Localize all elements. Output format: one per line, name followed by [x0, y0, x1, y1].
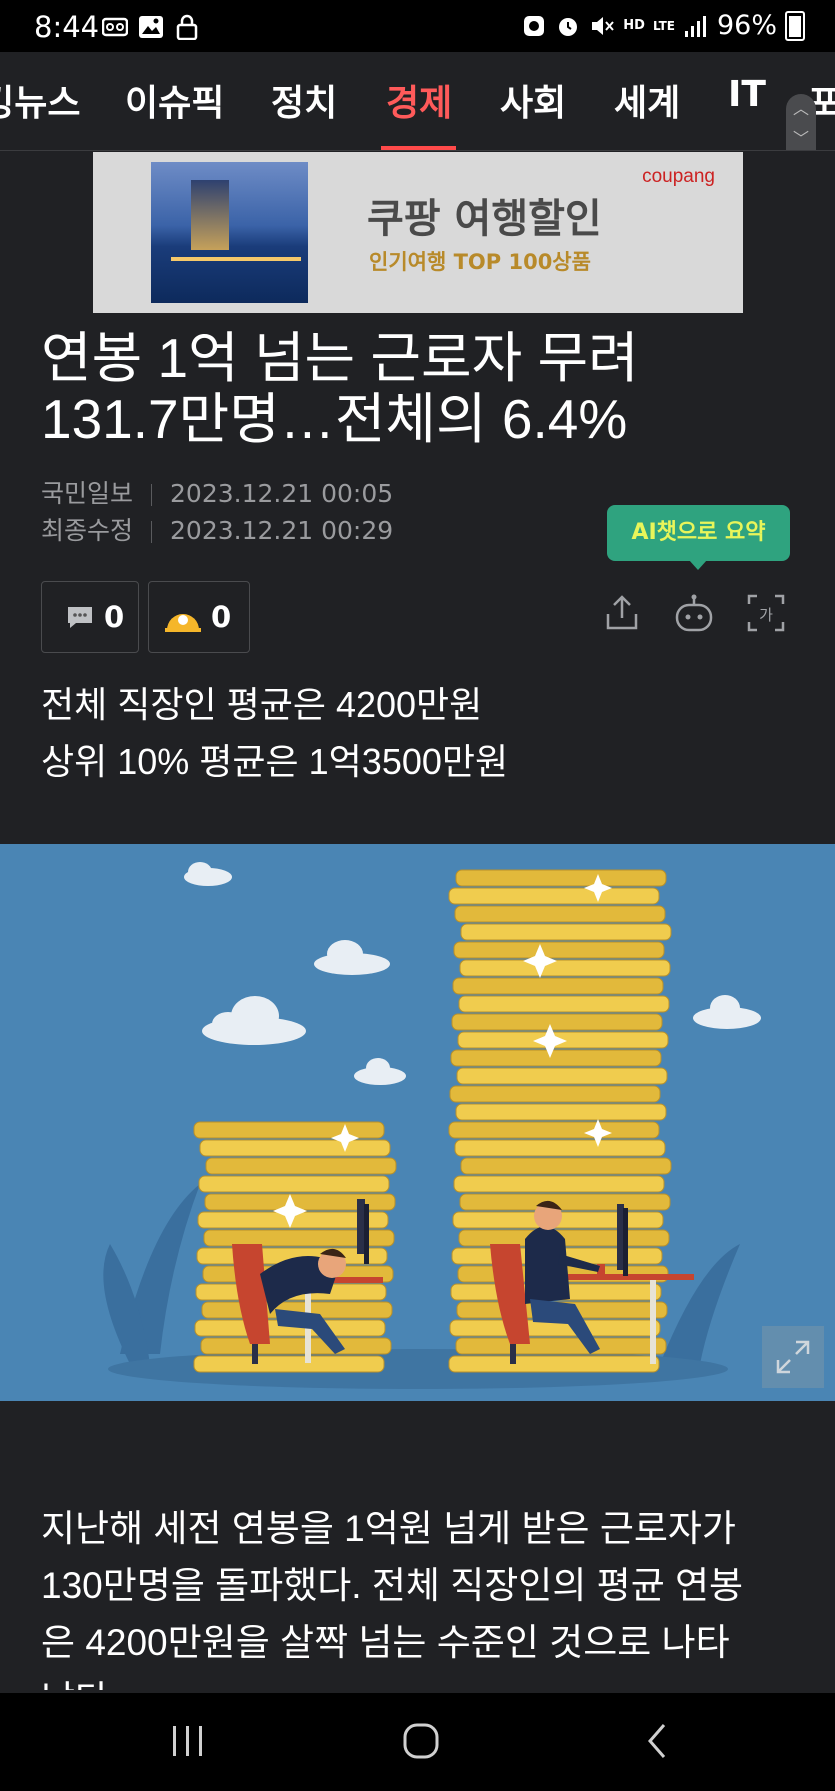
coin [454, 1139, 666, 1157]
coin [451, 1013, 663, 1031]
status-bar: 8:44 HD LTE 96% [0, 0, 835, 52]
coin [459, 959, 671, 977]
status-notification-icons [102, 14, 200, 40]
tab-scroll-handle[interactable]: ︿ ﹀ [786, 94, 816, 150]
coin [456, 1067, 668, 1085]
coin [455, 1337, 667, 1355]
comment-icon [68, 607, 92, 628]
body-line-1: 지난해 세전 연봉을 1억원 넘게 받은 근로자가 [41, 1508, 736, 1549]
publish-info: 국민일보 2023.12.21 00:05 [41, 474, 393, 510]
body-line-2: 130만명을 돌파했다. 전체 직장인의 평균 연봉 [41, 1565, 744, 1606]
svg-text:가: 가 [759, 606, 773, 624]
coin [449, 1085, 661, 1103]
chevron-up-icon: ︿ [792, 99, 809, 118]
coin [448, 1355, 660, 1373]
ad-subtitle: 인기여행 TOP 100상품 [369, 250, 591, 274]
sync-lock-icon [524, 15, 545, 36]
network-type: LTE [652, 18, 675, 33]
coin [448, 1121, 660, 1139]
chevron-down-icon: ﹀ [792, 129, 809, 148]
hd-voice-label: HD [623, 17, 645, 33]
battery-icon [785, 10, 805, 41]
battery-percent: 96% [716, 10, 777, 41]
coin [454, 905, 666, 923]
reaction-button[interactable]: 0 [148, 581, 250, 653]
headline-line-2: 131.7만명…전체의 6.4% [41, 388, 628, 450]
coin [452, 977, 664, 995]
status-time: 8:44 [34, 10, 100, 44]
recent-apps-button[interactable] [170, 1721, 206, 1761]
modified-info: 최종수정 2023.12.21 00:29 [41, 511, 393, 547]
article-body: 지난해 세전 연봉을 1억원 넘게 받은 근로자가 130만명을 돌파했다. 전… [41, 1500, 801, 1690]
signal-icon [684, 15, 706, 37]
ad-title: 쿠팡 여행할인 [367, 196, 602, 242]
image-expand-button[interactable] [762, 1326, 824, 1388]
modified-date: 2023.12.21 00:29 [170, 516, 394, 545]
modified-label: 최종수정 [41, 516, 134, 545]
ad-brand-logo: coupang [642, 166, 715, 187]
category-tabs: 랭킹뉴스 이슈픽 정치 경제 사회 세계 IT 포토 ︿ ﹀ [0, 52, 835, 151]
active-tab-indicator [381, 146, 456, 150]
tab-economy[interactable]: 경제 [386, 74, 452, 126]
tab-issue-pick[interactable]: 이슈픽 [125, 74, 224, 126]
status-system-icons: HD LTE 96% [521, 10, 805, 41]
subtitle-line-1: 전체 직장인 평균은 4200만원 [41, 684, 483, 725]
publisher-name: 국민일보 [41, 479, 134, 508]
coin [205, 1157, 397, 1175]
coin [199, 1139, 391, 1157]
coin [455, 1103, 667, 1121]
ad-image [151, 162, 308, 303]
coin [460, 923, 672, 941]
tab-ranking-news[interactable]: 랭킹뉴스 [0, 74, 80, 126]
comment-count: 0 [104, 600, 125, 634]
coin [460, 1157, 672, 1175]
gallery-icon [139, 16, 163, 38]
coin [450, 1049, 662, 1067]
tab-society[interactable]: 사회 [500, 74, 566, 126]
coins-illustration [103, 862, 761, 1389]
coin [200, 1337, 392, 1355]
coin [193, 1355, 385, 1373]
body-line-3: 은 4200만원을 살짝 넘는 수준인 것으로 나타 [41, 1622, 730, 1663]
reaction-count: 0 [211, 600, 232, 634]
ai-summary-button[interactable]: AI챗으로 요약 [607, 505, 790, 570]
system-navigation-bar [0, 1693, 835, 1791]
tab-politics[interactable]: 정치 [271, 74, 337, 126]
tab-world[interactable]: 세계 [614, 74, 680, 126]
expand-icon [776, 1340, 810, 1374]
coin [198, 1175, 390, 1193]
published-date: 2023.12.21 00:05 [170, 479, 394, 508]
coin [448, 887, 660, 905]
lock-icon [176, 14, 198, 40]
article-subtitle: 전체 직장인 평균은 4200만원 상위 10% 평균은 1억3500만원 [41, 676, 508, 790]
coin [193, 1121, 385, 1139]
article-headline: 연봉 1억 넘는 근로자 무려 131.7만명…전체의 6.4% [41, 328, 801, 450]
coin [453, 1175, 665, 1193]
coin [459, 1193, 671, 1211]
voicemail-icon [102, 17, 128, 37]
share-icon[interactable] [601, 592, 643, 634]
comment-button[interactable]: 0 [41, 581, 139, 653]
coin [458, 995, 670, 1013]
coin [453, 941, 665, 959]
back-button[interactable] [642, 1721, 672, 1761]
coin [455, 869, 667, 887]
subtitle-line-2: 상위 10% 평균은 1억3500만원 [41, 741, 509, 782]
ad-banner[interactable]: 쿠팡 여행할인 인기여행 TOP 100상품 coupang [93, 152, 743, 313]
bot-icon[interactable] [673, 592, 715, 634]
mute-icon [592, 16, 615, 35]
reaction-icon [165, 614, 201, 632]
article-image[interactable] [0, 844, 835, 1401]
tab-it[interactable]: IT [728, 74, 766, 115]
headline-line-1: 연봉 1억 넘는 근로자 무려 [41, 327, 639, 389]
home-button[interactable] [401, 1721, 441, 1761]
font-size-icon[interactable]: 가 [745, 592, 787, 634]
alarm-icon [559, 17, 578, 36]
body-line-4: 났다. [41, 1671, 801, 1690]
